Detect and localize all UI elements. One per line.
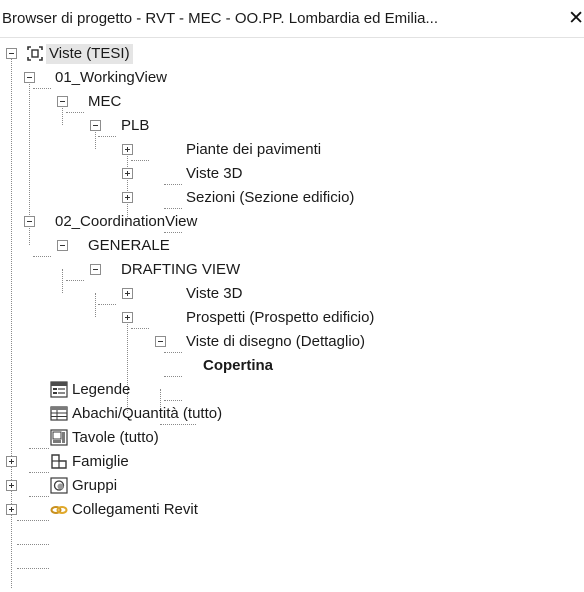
revit-link-icon [50, 506, 68, 514]
expand-toggle-icon[interactable] [122, 144, 133, 155]
tree-item-label: DRAFTING VIEW [121, 261, 241, 278]
tree-item-label: Viste (TESI) [46, 44, 133, 64]
collapse-toggle-icon[interactable] [6, 48, 17, 59]
legend-icon [50, 381, 68, 398]
sheet-icon [50, 429, 68, 446]
expand-toggle-icon[interactable] [122, 168, 133, 179]
expand-toggle-icon[interactable] [122, 192, 133, 203]
tree-item-label: Famiglie [72, 453, 129, 470]
collapse-toggle-icon[interactable] [90, 120, 101, 131]
tree-item-label: Abachi/Quantità (tutto) [72, 405, 223, 422]
project-tree: Viste (TESI) 01_WorkingView MEC PLB Pian… [0, 38, 584, 592]
tree-item-label: Legende [72, 381, 131, 398]
title-bar: Browser di progetto - RVT - MEC - OO.PP.… [0, 0, 584, 38]
tree-item-label: GENERALE [88, 237, 170, 254]
tree-item-label: Sezioni (Sezione edificio) [186, 189, 355, 206]
tree-item-label: Tavole (tutto) [72, 429, 159, 446]
expand-toggle-icon[interactable] [122, 288, 133, 299]
views-icon [27, 46, 43, 61]
expand-toggle-icon[interactable] [122, 312, 133, 323]
tree-item-label: Prospetti (Prospetto edificio) [186, 309, 375, 326]
project-browser-window: Browser di progetto - RVT - MEC - OO.PP.… [0, 0, 584, 592]
close-icon[interactable]: ✕ [568, 9, 584, 28]
tree-item-label: Collegamenti Revit [72, 501, 198, 518]
tree-item-label: PLB [121, 117, 150, 134]
family-icon [51, 454, 67, 469]
collapse-toggle-icon[interactable] [57, 240, 68, 251]
window-title: Browser di progetto - RVT - MEC - OO.PP.… [2, 10, 438, 27]
tree-item-label: Viste 3D [186, 165, 243, 182]
collapse-toggle-icon[interactable] [155, 336, 166, 347]
expand-toggle-icon[interactable] [6, 456, 17, 467]
collapse-toggle-icon[interactable] [24, 72, 35, 83]
group-icon [50, 477, 68, 494]
tree-item-label: Viste 3D [186, 285, 243, 302]
tree-item-label: Copertina [203, 357, 274, 374]
collapse-toggle-icon[interactable] [57, 96, 68, 107]
tree-item-label: Gruppi [72, 477, 118, 494]
collapse-toggle-icon[interactable] [24, 216, 35, 227]
tree-item-label: MEC [88, 93, 122, 110]
tree-item-label: Piante dei pavimenti [186, 141, 322, 158]
tree-item-label: 02_CoordinationView [55, 213, 198, 230]
expand-toggle-icon[interactable] [6, 504, 17, 515]
tree-item-label: 01_WorkingView [55, 69, 168, 86]
tree-item-label: Viste di disegno (Dettaglio) [186, 333, 365, 350]
schedule-icon [50, 406, 68, 421]
collapse-toggle-icon[interactable] [90, 264, 101, 275]
expand-toggle-icon[interactable] [6, 480, 17, 491]
